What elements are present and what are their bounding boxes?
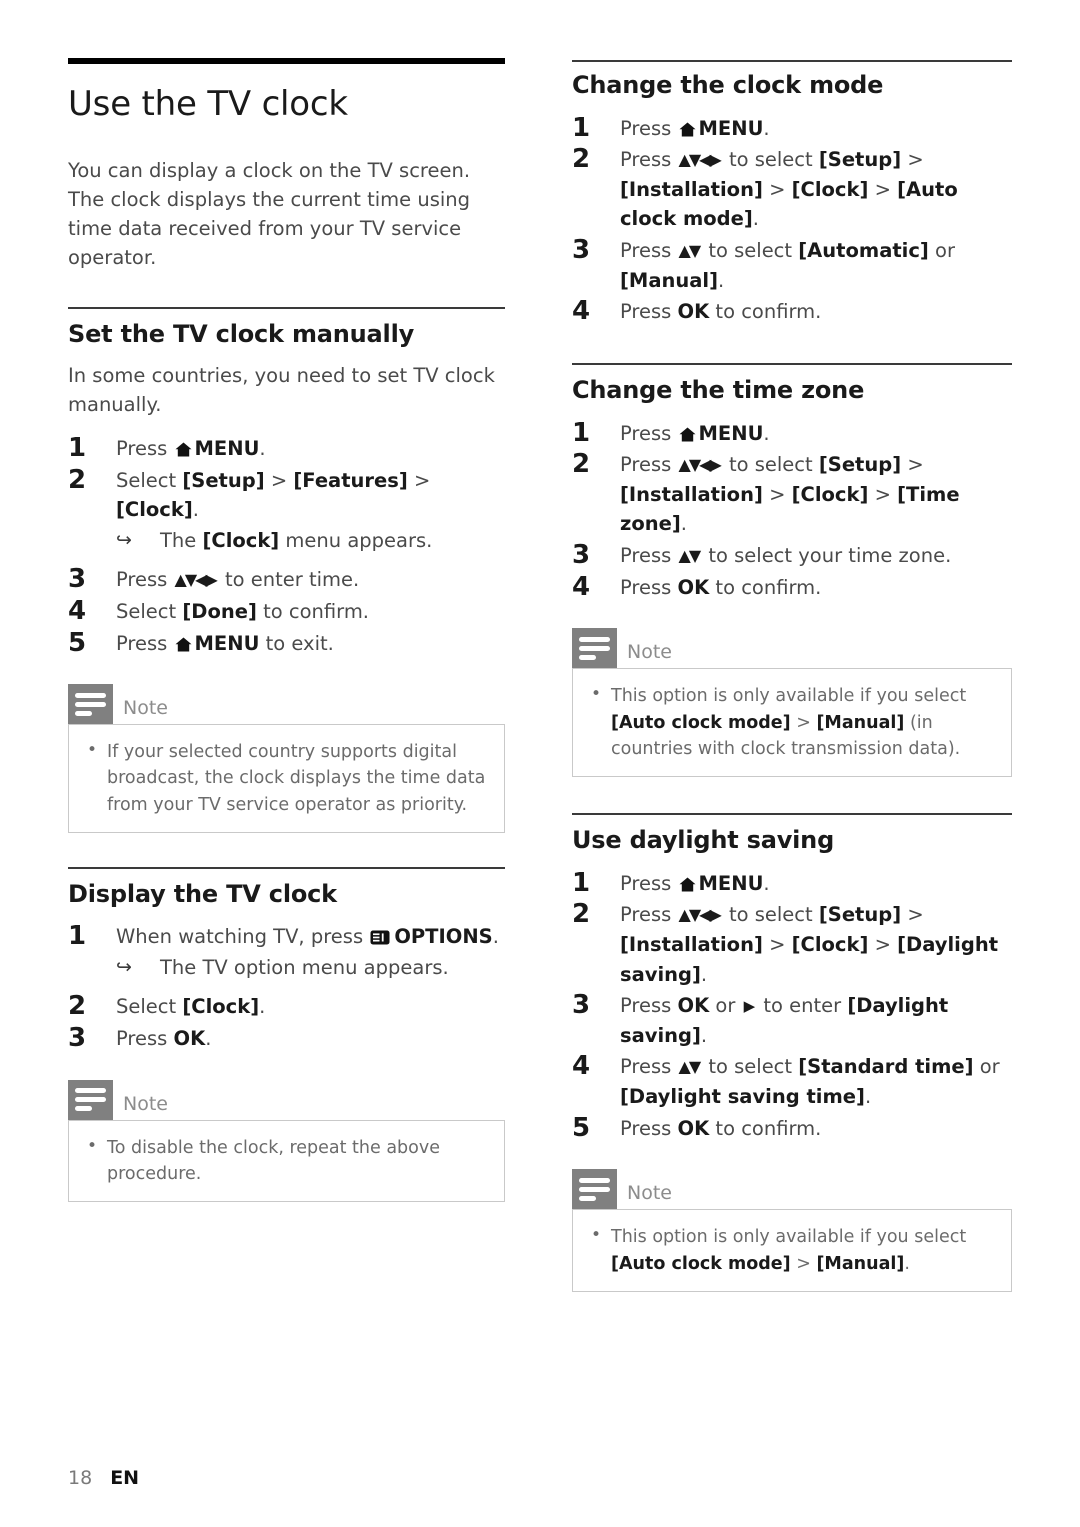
note-icon [572,1169,617,1210]
step-number: 2 [572,449,591,480]
note-header: Note [572,1169,1012,1210]
step-number: 3 [572,990,591,1021]
step-number: 3 [572,235,591,266]
step-number: 4 [572,1051,591,1082]
note-box: Note This option is only available if yo… [572,1169,1012,1292]
step-item: 4 Press ▲▼ to select [Standard time] or … [572,1051,1012,1111]
step-text: Press OK to confirm. [620,300,822,324]
step-list-change-clock-mode: 1 Press MENU. 2 Press ▲▼◀▶ to select [Se… [572,112,1012,327]
note-header: Note [572,628,1012,669]
note-icon [572,628,617,669]
section-heading-change-clock-mode: Change the clock mode [572,71,884,99]
step-item: 5 Press OK to confirm. [572,1112,1012,1144]
step-item: 2 Press ▲▼◀▶ to select [Setup] > [Instal… [572,899,1012,989]
navigation-arrows-icon: ▲▼◀▶ [678,150,722,170]
step-item: 1 Press MENU. [572,417,1012,449]
step-item: 3 Press ▲▼ to select your time zone. [572,540,1012,571]
step-text: Press ▲▼ to select [Standard time] or [D… [620,1055,1000,1109]
step-item: 1 Press MENU. [572,867,1012,899]
updown-arrows-icon: ▲▼ [678,546,702,566]
step-text: Press MENU. [620,871,770,895]
note-box: Note This option is only available if yo… [572,628,1012,778]
section-heading-change-time-zone: Change the time zone [572,375,865,404]
home-icon [679,877,696,892]
step-text: Press ▲▼◀▶ to select [Setup] > [Installa… [620,453,960,536]
step-item: 2 Press ▲▼◀▶ to select [Setup] > [Instal… [572,144,1012,234]
section-heading-use-daylight-saving: Use daylight saving [572,826,835,855]
step-text: Press OK or ▶ to enter [Daylight saving]… [620,994,949,1047]
manual-page: Use the TV clock You can display a clock… [0,0,1080,1527]
step-item: 4 Press OK to confirm. [572,571,1012,603]
step-text: Press ▲▼ to select [Automatic] or [Manua… [620,239,955,292]
step-number: 2 [572,899,591,930]
note-item: This option is only available if you sel… [589,682,997,762]
step-text: Press MENU. [620,421,770,445]
right-arrow-icon: ▶ [743,997,756,1016]
step-list-change-time-zone: 1 Press MENU. 2 Press ▲▼◀▶ to select [Se… [572,417,1012,603]
note-content: This option is only available if you sel… [572,1209,1012,1292]
step-number: 5 [572,1112,591,1143]
step-text: Press OK to confirm. [620,1116,822,1140]
section-rule [572,362,1012,365]
step-item: 3 Press ▲▼ to select [Automatic] or [Man… [572,235,1012,295]
note-item: This option is only available if you sel… [589,1223,997,1277]
updown-arrows-icon: ▲▼ [678,1057,702,1077]
two-column-layout: Use the TV clock You can display a clock… [0,0,1080,1292]
page-number: 18 [68,1467,93,1489]
section-rule [572,60,1012,62]
section-rule [572,813,1012,816]
page-language: EN [110,1467,140,1489]
note-label: Note [627,1182,672,1205]
updown-arrows-icon: ▲▼ [678,241,702,261]
page-footer: 18 EN [68,1467,139,1489]
step-number: 1 [572,867,591,898]
step-number: 4 [572,296,591,327]
note-content: This option is only available if you sel… [572,668,1012,778]
step-number: 1 [572,112,591,143]
home-icon [679,427,696,442]
home-icon [679,122,696,137]
navigation-arrows-icon: ▲▼◀▶ [678,455,722,475]
right-column: Change the clock mode 1 Press MENU. 2 Pr… [0,0,1012,1292]
note-label: Note [627,641,672,664]
step-item: 1 Press MENU. [572,112,1012,144]
step-text: Press ▲▼◀▶ to select [Setup] > [Installa… [620,148,958,231]
step-item: 4 Press OK to confirm. [572,296,1012,327]
step-number: 1 [572,417,591,448]
step-list-use-daylight-saving: 1 Press MENU. 2 Press ▲▼◀▶ to select [Se… [572,867,1012,1144]
step-text: Press OK to confirm. [620,575,822,599]
step-text: Press MENU. [620,116,770,140]
navigation-arrows-icon: ▲▼◀▶ [678,905,722,925]
step-text: Press ▲▼ to select your time zone. [620,544,952,568]
step-number: 3 [572,540,591,571]
step-item: 2 Press ▲▼◀▶ to select [Setup] > [Instal… [572,449,1012,539]
step-number: 2 [572,144,591,175]
step-item: 3 Press OK or ▶ to enter [Daylight savin… [572,990,1012,1050]
step-number: 4 [572,571,591,602]
step-text: Press ▲▼◀▶ to select [Setup] > [Installa… [620,903,999,986]
